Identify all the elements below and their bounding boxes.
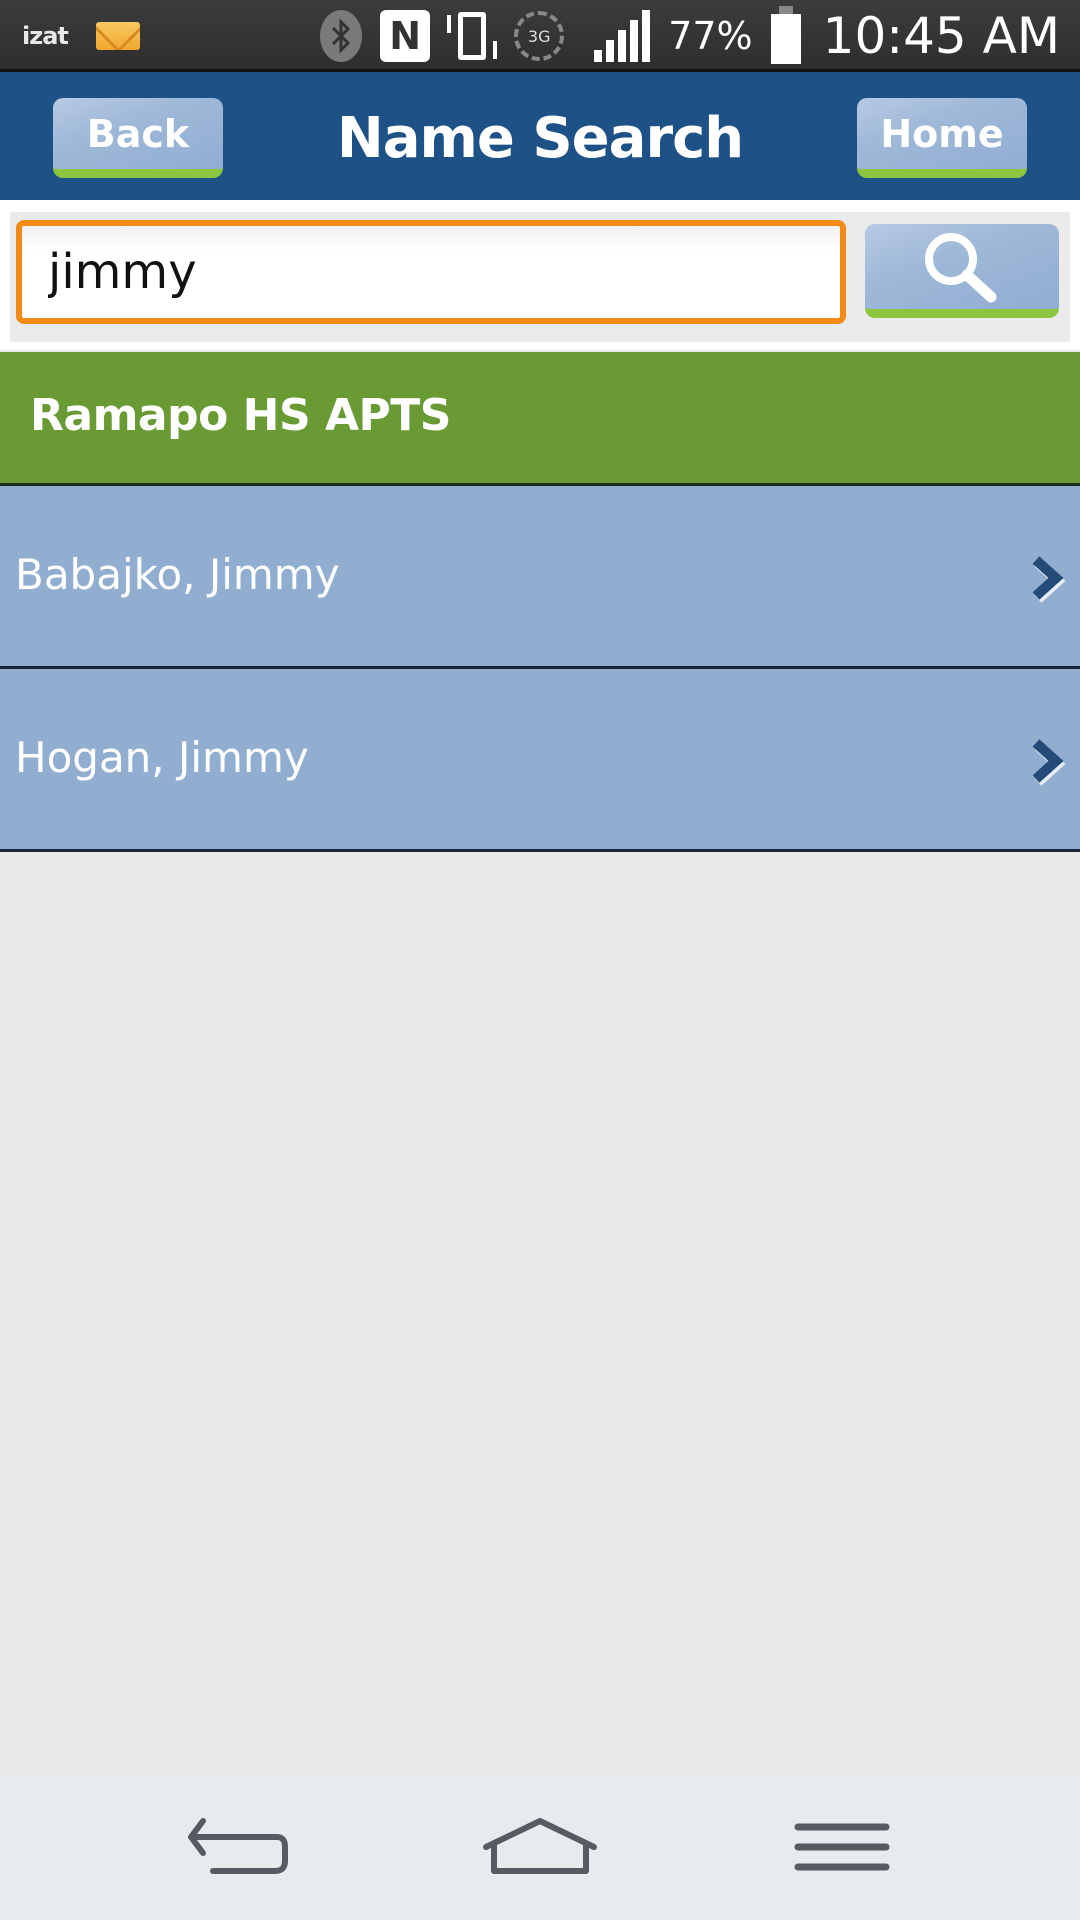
bluetooth-icon (320, 10, 363, 62)
result-name: Hogan, Jimmy (15, 733, 309, 782)
mail-icon (95, 22, 140, 50)
home-icon (483, 1818, 597, 1874)
results-group-header: Ramapo HS APTS (0, 352, 1080, 486)
status-bar-system: N 3G 77% 10:45 AM (320, 6, 1060, 65)
result-row[interactable]: Babajko, Jimmy (0, 486, 1080, 669)
signal-bar (630, 20, 639, 62)
signal-bar (606, 40, 615, 62)
signal-bar (618, 30, 627, 62)
status-bar-notifications: izat (22, 14, 140, 58)
search-icon (925, 232, 997, 302)
search-bar (0, 200, 1080, 350)
nav-menu-button[interactable] (782, 1812, 902, 1882)
search-input[interactable] (16, 220, 846, 324)
izat-icon: izat (22, 22, 69, 50)
empty-content-area (0, 852, 1080, 1776)
result-name: Babajko, Jimmy (15, 550, 340, 599)
nav-back-button[interactable] (178, 1812, 298, 1882)
network-3g-icon: 3G (514, 11, 565, 61)
home-button[interactable]: Home (857, 98, 1027, 178)
signal-bar (594, 50, 603, 62)
chevron-right-icon (1032, 556, 1066, 603)
battery-icon (770, 6, 801, 64)
system-nav-bar (0, 1776, 1080, 1920)
app-header: Back Name Search Home (0, 72, 1080, 200)
nfc-icon: N (380, 10, 431, 62)
menu-icon (794, 1823, 890, 1871)
nav-home-button[interactable] (480, 1812, 600, 1882)
signal-icon (594, 10, 651, 62)
result-row[interactable]: Hogan, Jimmy (0, 669, 1080, 852)
status-bar: izat N 3G 77% 10:45 AM (0, 0, 1080, 72)
group-title: Ramapo HS APTS (30, 390, 452, 441)
battery-percent: 77% (668, 14, 753, 58)
chevron-right-icon (1032, 739, 1066, 786)
clock: 10:45 AM (822, 7, 1060, 65)
search-container (10, 212, 1070, 342)
signal-bar (642, 10, 651, 62)
vibrate-icon (447, 12, 498, 60)
search-button[interactable] (865, 224, 1059, 318)
back-arrow-icon (188, 1818, 288, 1874)
